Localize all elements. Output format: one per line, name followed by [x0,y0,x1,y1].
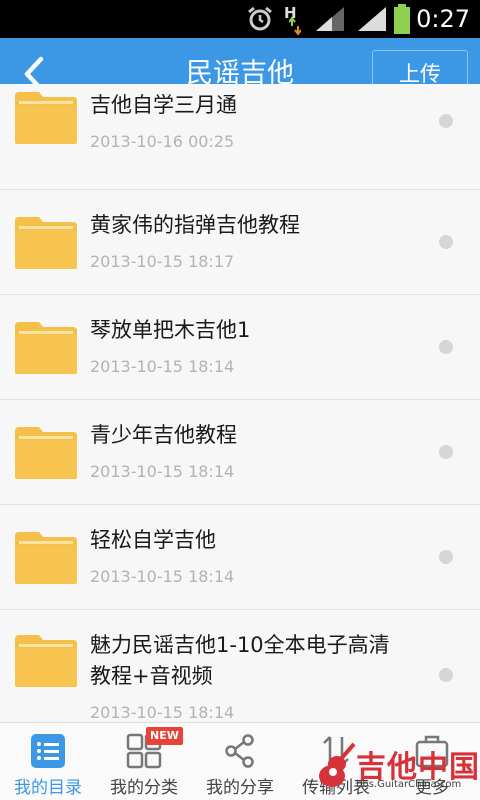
item-name: 琴放单把木吉他1 [90,318,251,342]
item-date: 2013-10-16 00:25 [90,132,235,151]
status-bar: H 0:27 [0,0,480,38]
item-date: 2013-10-15 18:14 [90,462,235,481]
folder-icon [15,92,77,144]
item-name: 黄家伟的指弹吉他教程 [90,213,300,237]
tab-my-directory[interactable]: 我的目录 [0,723,96,800]
guitar-logo-icon [319,742,356,787]
item-name: 魅力民谣吉他1-10全本电子高清教程+音视频 [90,633,390,688]
item-select-dot[interactable] [439,235,453,249]
tab-label: 我的分类 [110,778,178,798]
folder-list: 吉他自学三月通 2013-10-16 00:25 黄家伟的指弹吉他教程 2013… [0,84,480,722]
share-icon [225,734,254,768]
list-item[interactable]: 琴放单把木吉他1 2013-10-15 18:14 [0,295,480,400]
folder-icon [15,427,77,479]
signal-icon-1 [314,0,346,38]
list-item[interactable]: 魅力民谣吉他1-10全本电子高清教程+音视频 2013-10-15 18:14 [0,610,480,722]
network-type-icon: H [284,0,301,38]
item-date: 2013-10-15 18:14 [90,357,235,376]
item-date: 2013-10-15 18:17 [90,252,235,271]
tab-my-categories[interactable]: NEW 我的分类 [96,723,192,800]
signal-icon-2 [356,0,388,38]
tab-label: 我的分享 [206,778,274,798]
tab-label: 我的目录 [14,778,82,798]
item-date: 2013-10-15 18:14 [90,703,235,722]
item-select-dot[interactable] [439,340,453,354]
new-badge: NEW [146,727,183,745]
item-select-dot[interactable] [439,550,453,564]
list-icon [31,734,65,768]
folder-icon [15,532,77,584]
status-time: 0:27 [416,5,470,33]
alarm-icon [246,0,274,38]
item-select-dot[interactable] [439,445,453,459]
watermark: 吉他中国 bbs.GuitarChina.com [316,738,479,794]
folder-icon [15,322,77,374]
list-item[interactable]: 青少年吉他教程 2013-10-15 18:14 [0,400,480,505]
folder-icon [15,217,77,269]
item-select-dot[interactable] [439,114,453,128]
list-item[interactable]: 黄家伟的指弹吉他教程 2013-10-15 18:17 [0,190,480,295]
item-name: 青少年吉他教程 [90,423,237,447]
watermark-url: bbs.GuitarChina.com [356,779,462,790]
item-name: 轻松自学吉他 [90,528,216,552]
folder-icon [15,635,77,687]
item-date: 2013-10-15 18:14 [90,567,235,586]
item-select-dot[interactable] [439,668,453,682]
battery-icon [392,0,412,38]
item-name: 吉他自学三月通 [90,93,237,117]
tab-my-shares[interactable]: 我的分享 [192,723,288,800]
list-item[interactable]: 轻松自学吉他 2013-10-15 18:14 [0,505,480,610]
list-item[interactable]: 吉他自学三月通 2013-10-16 00:25 [0,84,480,190]
